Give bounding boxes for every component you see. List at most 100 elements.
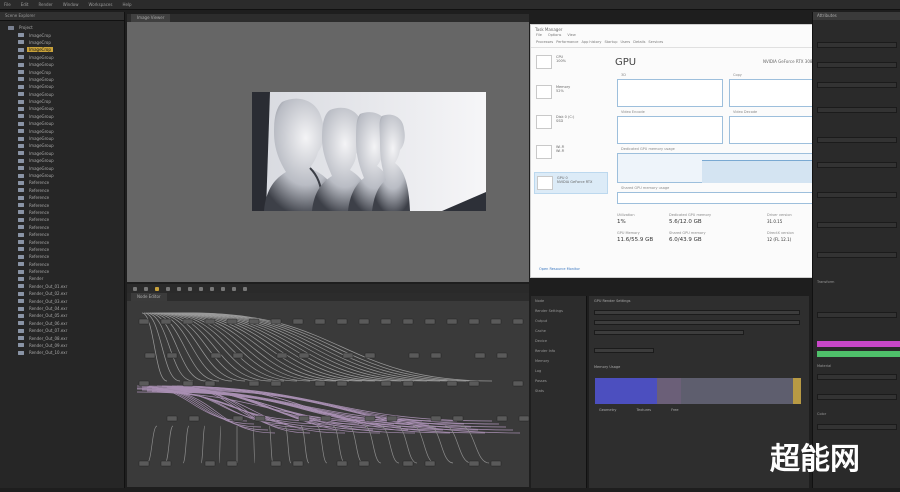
perf-item-memory[interactable]: Memory 52% — [534, 82, 608, 104]
prop-item[interactable]: Render Info — [531, 346, 586, 356]
tree-item[interactable]: ImageGroup — [8, 113, 124, 120]
settings-icon[interactable] — [221, 286, 225, 291]
tree-item[interactable]: Render_Out_07.exr — [8, 327, 124, 334]
perf-item-disk[interactable]: Disk 0 (C:) SSD — [534, 112, 608, 134]
tm-menu-file[interactable]: File — [536, 33, 542, 40]
tree-item[interactable]: Render_Out_10.exr — [8, 349, 124, 356]
snapshot-icon[interactable] — [210, 286, 214, 291]
tree-item[interactable]: Reference — [8, 179, 124, 186]
menu-item-render[interactable]: Render — [38, 2, 52, 7]
tree-item[interactable]: Reference — [8, 194, 124, 201]
tm-tab-services[interactable]: Services — [648, 40, 663, 47]
green-color-swatch[interactable] — [817, 351, 900, 357]
tree-item[interactable]: ImageGroup — [8, 61, 124, 68]
open-resource-monitor-link[interactable]: Open Resource Monitor — [539, 267, 580, 271]
attribute-field[interactable] — [817, 312, 897, 318]
first-frame-icon[interactable] — [133, 286, 137, 291]
attribute-field[interactable] — [817, 42, 897, 48]
tree-item[interactable]: ImageGroup — [8, 54, 124, 61]
tree-item[interactable]: Reference — [8, 246, 124, 253]
tab-attributes[interactable]: Attributes — [813, 12, 900, 20]
tm-menu-options[interactable]: Options — [548, 33, 562, 40]
render-icon[interactable] — [199, 286, 203, 291]
next-frame-icon[interactable] — [166, 286, 170, 291]
node-graph-canvas[interactable] — [127, 301, 529, 487]
tm-menu-view[interactable]: View — [567, 33, 575, 40]
attribute-field[interactable] — [817, 162, 897, 168]
tree-item[interactable]: ImageGroup — [8, 105, 124, 112]
prop-item[interactable]: Device — [531, 336, 586, 346]
zoom-icon[interactable] — [232, 286, 236, 291]
attribute-field[interactable] — [817, 222, 897, 228]
attribute-field[interactable] — [817, 82, 897, 88]
attribute-field[interactable] — [817, 62, 897, 68]
attribute-field[interactable] — [817, 252, 897, 258]
tree-item[interactable]: ImageGroup — [8, 172, 124, 179]
tree-item[interactable]: Reference — [8, 209, 124, 216]
tree-item[interactable]: Render_Out_03.exr — [8, 297, 124, 304]
prop-item[interactable]: Log — [531, 366, 586, 376]
tab-image-viewer[interactable]: Image Viewer — [131, 14, 171, 22]
attribute-field[interactable] — [817, 192, 897, 198]
perf-item-gpu[interactable]: GPU 0 NVIDIA GeForce RTX — [534, 172, 608, 194]
attribute-field[interactable] — [817, 374, 897, 380]
tree-item[interactable]: ImageGroup — [8, 127, 124, 134]
tree-item[interactable]: Render_Out_01.exr — [8, 283, 124, 290]
tree-item[interactable]: ImageCrop — [8, 39, 124, 46]
perf-item-cpu[interactable]: CPU 100% — [534, 52, 608, 74]
magenta-color-swatch[interactable] — [817, 341, 900, 347]
attribute-field[interactable] — [817, 424, 897, 430]
tree-item[interactable]: Render_Out_08.exr — [8, 334, 124, 341]
prop-item[interactable]: Node — [531, 296, 586, 306]
play-icon[interactable] — [155, 286, 159, 291]
tm-tab-startup[interactable]: Startup — [604, 40, 617, 47]
tree-item[interactable]: ImageCrop — [8, 68, 124, 75]
tree-item[interactable]: Reference — [8, 261, 124, 268]
attribute-field[interactable] — [817, 137, 897, 143]
tm-tab-users[interactable]: Users — [620, 40, 630, 47]
tree-item[interactable]: ImageCrop — [8, 46, 124, 53]
tree-item[interactable]: ImageGroup — [8, 91, 124, 98]
menu-item-edit[interactable]: Edit — [21, 2, 29, 7]
tree-item[interactable]: ImageGroup — [8, 76, 124, 83]
tree-root[interactable]: Project — [8, 24, 124, 31]
settings-field[interactable] — [594, 310, 800, 315]
tree-item[interactable]: Reference — [8, 224, 124, 231]
settings-field[interactable] — [594, 330, 744, 335]
attribute-field[interactable] — [817, 394, 897, 400]
tree-item[interactable]: Render_Out_02.exr — [8, 290, 124, 297]
tree-item[interactable]: Render_Out_05.exr — [8, 312, 124, 319]
tree-item[interactable]: Reference — [8, 238, 124, 245]
tm-tab-processes[interactable]: Processes — [536, 40, 553, 47]
prop-item[interactable]: Output — [531, 316, 586, 326]
tree-item[interactable]: Reference — [8, 231, 124, 238]
tab-node-editor[interactable]: Node Editor — [131, 293, 167, 301]
loop-icon[interactable] — [188, 286, 192, 291]
tm-tab-details[interactable]: Details — [633, 40, 645, 47]
tree-item[interactable]: ImageGroup — [8, 83, 124, 90]
tree-item[interactable]: Render_Out_06.exr — [8, 320, 124, 327]
menu-item-workspaces[interactable]: Workspaces — [88, 2, 112, 7]
tree-item[interactable]: ImageGroup — [8, 120, 124, 127]
tree-item[interactable]: ImageGroup — [8, 135, 124, 142]
tree-item[interactable]: Reference — [8, 268, 124, 275]
prop-item[interactable]: Cache — [531, 326, 586, 336]
tree-item[interactable]: Render_Out_04.exr — [8, 305, 124, 312]
menu-item-window[interactable]: Window — [63, 2, 79, 7]
tree-item[interactable]: ImageCrop — [8, 31, 124, 38]
perf-item-wifi[interactable]: Wi-Fi Wi-Fi — [534, 142, 608, 164]
attribute-field[interactable] — [817, 107, 897, 113]
tree-item[interactable]: ImageGroup — [8, 150, 124, 157]
menu-item-file[interactable]: File — [4, 2, 11, 7]
settings-field[interactable] — [594, 320, 800, 325]
tree-item[interactable]: ImageGroup — [8, 157, 124, 164]
prop-item[interactable]: Stats — [531, 386, 586, 396]
prop-item[interactable]: Render Settings — [531, 306, 586, 316]
tree-item[interactable]: Render_Out_09.exr — [8, 342, 124, 349]
menu-item-help[interactable]: Help — [122, 2, 131, 7]
tm-tab-app-history[interactable]: App history — [581, 40, 601, 47]
prev-frame-icon[interactable] — [144, 286, 148, 291]
tm-tab-performance[interactable]: Performance — [556, 40, 578, 47]
tree-item[interactable]: ImageCrop — [8, 98, 124, 105]
grid-icon[interactable] — [243, 286, 247, 291]
